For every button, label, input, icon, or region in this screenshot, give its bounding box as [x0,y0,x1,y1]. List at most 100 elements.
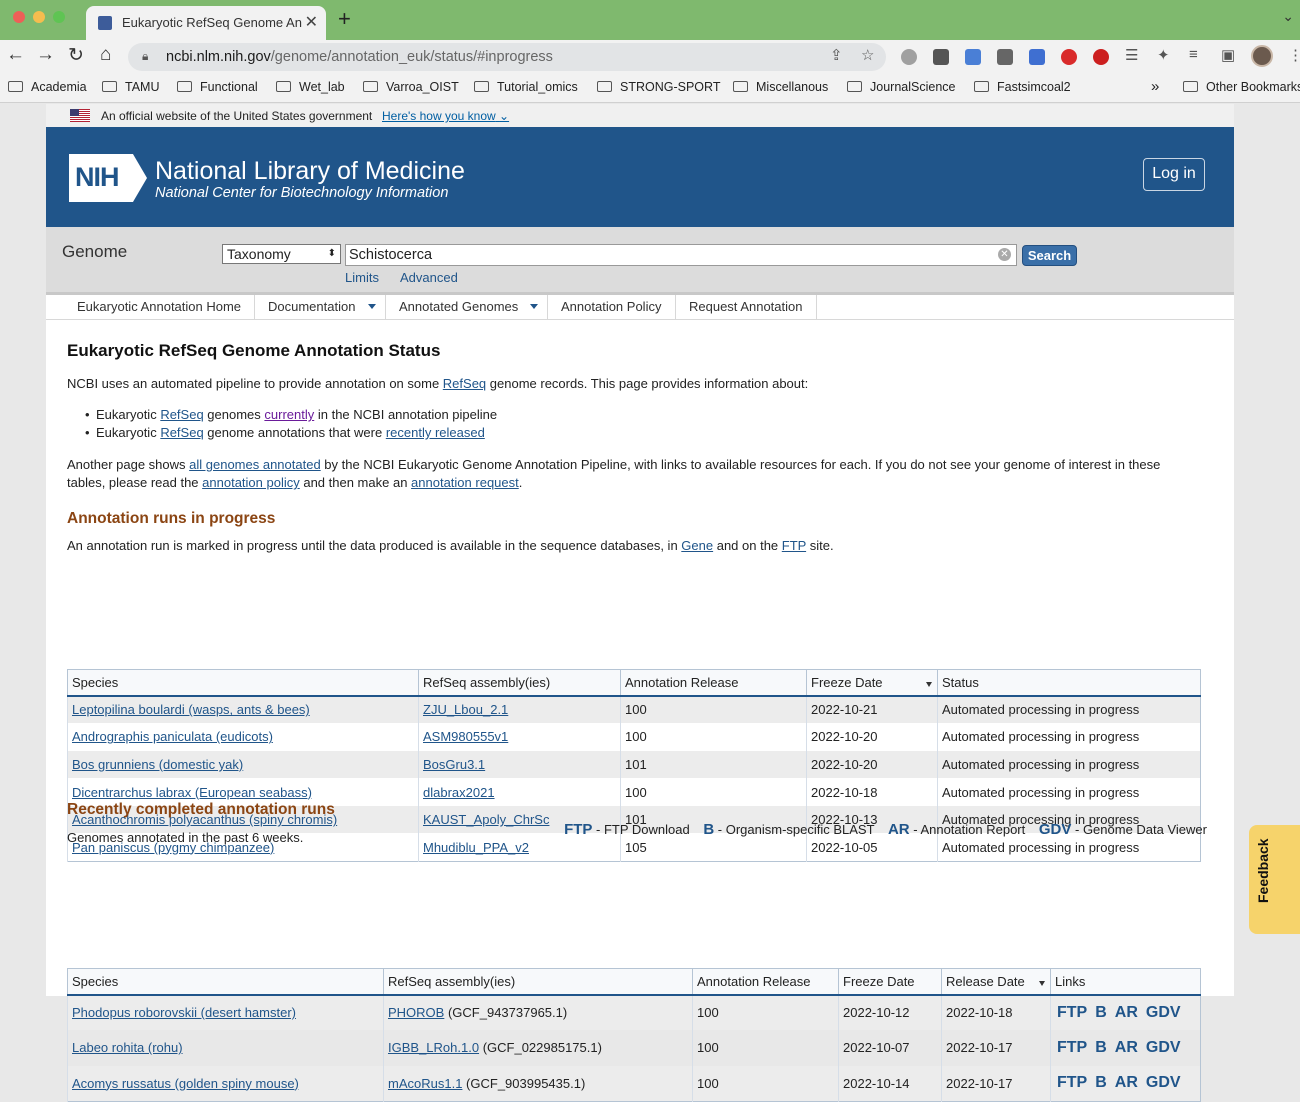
annotation-report-link[interactable]: AR [1115,1004,1138,1021]
bookmark-folder[interactable]: Wet_lab [276,80,345,94]
new-tab-icon[interactable]: + [338,6,351,32]
extension-paypal-icon[interactable] [933,49,949,65]
column-header-assembly[interactable]: RefSeq assembly(ies) [383,968,693,996]
assembly-link[interactable]: KAUST_Apoly_ChrSc [423,812,549,827]
menu-annotation-policy[interactable]: Annotation Policy [548,295,676,319]
bookmark-star-icon[interactable]: ☆ [861,46,874,64]
back-icon[interactable]: ← [6,44,25,66]
column-header-release-date[interactable]: Release Date [941,968,1051,996]
blast-link[interactable]: B [1095,1039,1107,1056]
ftp-link[interactable]: FTP [782,538,806,553]
tab-search-chevron-icon[interactable]: ⌄ [1282,8,1294,25]
refseq-link[interactable]: RefSeq [160,425,203,440]
species-link[interactable]: Leptopilina boulardi (wasps, ants & bees… [72,702,310,717]
menu-annotated-genomes[interactable]: Annotated Genomes [386,295,548,319]
currently-link[interactable]: currently [264,407,314,422]
extensions-puzzle-icon[interactable]: ✦ [1157,46,1170,64]
forward-icon[interactable]: → [36,44,55,66]
column-header-assembly[interactable]: RefSeq assembly(ies) [418,669,621,697]
extension-lastpass-icon[interactable] [1061,49,1077,65]
limits-link[interactable]: Limits [345,270,379,285]
assembly-link[interactable]: ASM980555v1 [423,729,508,744]
assembly-link[interactable]: dlabrax2021 [423,785,495,800]
bookmarks-overflow-icon[interactable]: » [1151,78,1159,95]
refseq-link[interactable]: RefSeq [443,376,486,391]
share-icon[interactable]: ⇪ [830,46,843,64]
menu-annotation-home[interactable]: Eukaryotic Annotation Home [64,295,255,319]
search-button[interactable]: Search [1022,245,1077,266]
ftp-link[interactable]: FTP [1057,1004,1087,1021]
browser-tab[interactable]: Eukaryotic RefSeq Genome An ✕ [86,6,326,40]
database-select[interactable]: Taxonomy ⬍ [222,244,341,264]
assembly-link[interactable]: ZJU_Lbou_2.1 [423,702,508,717]
extension-grammar-icon[interactable] [901,49,917,65]
species-link[interactable]: Andrographis paniculata (eudicots) [72,729,273,744]
maximize-window-button[interactable] [53,11,65,23]
side-panel-icon[interactable]: ▣ [1221,46,1235,64]
ftp-link[interactable]: FTP [1057,1039,1087,1056]
bookmark-folder[interactable]: Tutorial_omics [474,80,578,94]
column-header-species[interactable]: Species [67,669,419,697]
all-genomes-annotated-link[interactable]: all genomes annotated [189,457,321,472]
assembly-link[interactable]: Mhudiblu_PPA_v2 [423,840,529,855]
bookmark-folder[interactable]: Miscellanous [733,80,828,94]
genome-data-viewer-link[interactable]: GDV [1146,1074,1181,1091]
nlm-title[interactable]: National Library of Medicine [155,157,465,186]
assembly-link[interactable]: IGBB_LRoh.1.0 [388,1040,479,1055]
menu-documentation[interactable]: Documentation [255,295,386,319]
reading-list-icon[interactable]: ☰ [1125,46,1138,64]
column-header-status[interactable]: Status [937,669,1201,697]
species-link[interactable]: Bos grunniens (domestic yak) [72,757,243,772]
column-header-freeze-date[interactable]: Freeze Date [806,669,938,697]
database-title[interactable]: Genome [62,242,127,262]
annotation-report-link[interactable]: AR [1115,1074,1138,1091]
blast-link[interactable]: B [1095,1074,1107,1091]
bookmark-folder[interactable]: STRONG-SPORT [597,80,720,94]
search-input[interactable]: Schistocerca ✕ [345,244,1017,266]
annotation-report-link[interactable]: AR [1115,1039,1138,1056]
refseq-link[interactable]: RefSeq [160,407,203,422]
bookmark-folder[interactable]: Fastsimcoal2 [974,80,1071,94]
home-icon[interactable]: ⌂ [100,44,111,66]
media-control-icon[interactable]: ≡ [1189,46,1198,63]
annotation-request-link[interactable]: annotation request [411,475,519,490]
extension-box-icon[interactable] [997,49,1013,65]
menu-request-annotation[interactable]: Request Annotation [676,295,817,319]
bookmark-folder[interactable]: Academia [8,80,87,94]
gene-link[interactable]: Gene [681,538,713,553]
extension-translate-icon[interactable] [965,49,981,65]
profile-avatar[interactable] [1251,45,1273,67]
column-header-release[interactable]: Annotation Release [620,669,807,697]
reload-icon[interactable]: ↻ [68,44,84,67]
login-button[interactable]: Log in [1143,158,1205,191]
species-link[interactable]: Dicentrarchus labrax (European seabass) [72,785,312,800]
minimize-window-button[interactable] [33,11,45,23]
bookmark-folder[interactable]: TAMU [102,80,160,94]
column-header-release[interactable]: Annotation Release [692,968,839,996]
bookmark-folder[interactable]: JournalScience [847,80,955,94]
blast-link[interactable]: B [1095,1004,1107,1021]
address-bar[interactable]: 🔒︎ ncbi.nlm.nih.gov/genome/annotation_eu… [128,43,886,71]
assembly-link[interactable]: mAcoRus1.1 [388,1076,462,1091]
column-header-links[interactable]: Links [1050,968,1201,996]
assembly-link[interactable]: PHOROB [388,1005,444,1020]
ftp-link[interactable]: FTP [1057,1074,1087,1091]
species-link[interactable]: Acomys russatus (golden spiny mouse) [72,1076,299,1091]
heres-how-you-know-link[interactable]: Here's how you know ⌄ [382,109,509,123]
assembly-link[interactable]: BosGru3.1 [423,757,485,772]
browser-menu-icon[interactable]: ⋮ [1288,46,1300,64]
recently-released-link[interactable]: recently released [386,425,485,440]
extension-scholar-icon[interactable] [1029,49,1045,65]
bookmark-folder[interactable]: Functional [177,80,258,94]
other-bookmarks-folder[interactable]: Other Bookmarks [1183,80,1300,94]
advanced-link[interactable]: Advanced [400,270,458,285]
column-header-species[interactable]: Species [67,968,384,996]
species-link[interactable]: Labeo rohita (rohu) [72,1040,183,1055]
close-tab-icon[interactable]: ✕ [305,12,318,32]
genome-data-viewer-link[interactable]: GDV [1146,1039,1181,1056]
close-window-button[interactable] [13,11,25,23]
feedback-button[interactable]: Feedback [1249,825,1300,934]
nih-logo[interactable]: NIH [69,154,147,202]
annotation-policy-link[interactable]: annotation policy [202,475,300,490]
bookmark-folder[interactable]: Varroa_OIST [363,80,459,94]
